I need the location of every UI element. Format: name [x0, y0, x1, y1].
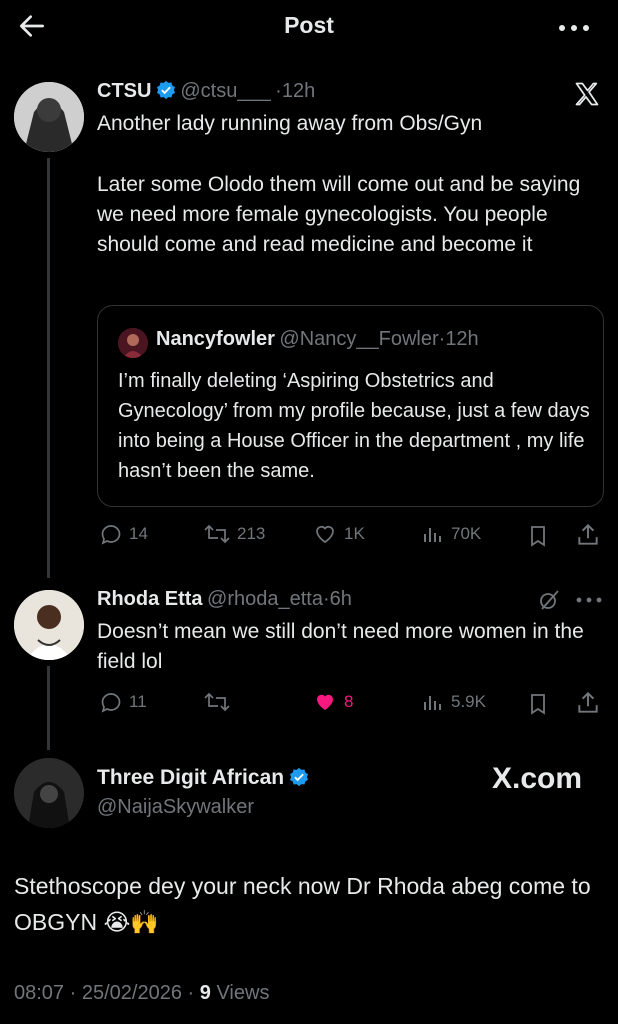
avatar[interactable] — [14, 758, 84, 828]
focused-author-name[interactable]: Three Digit African — [97, 766, 284, 789]
like-count: 8 — [344, 692, 354, 711]
focused-author-handle[interactable]: @NaijaSkywalker — [97, 796, 254, 819]
repost-icon — [204, 692, 230, 712]
views-icon — [424, 528, 441, 542]
reply-header: Rhoda Etta @rhoda_etta·6h — [97, 588, 352, 610]
reply-count: 14 — [129, 524, 148, 543]
page-title: Post — [284, 12, 334, 38]
quote-time: 12h — [445, 328, 479, 350]
x-logo-icon — [575, 82, 599, 106]
thread-line — [47, 158, 50, 578]
share-button[interactable] — [575, 522, 601, 553]
bookmark-button[interactable] — [526, 691, 550, 722]
more-icon — [559, 25, 589, 31]
views-count: 70K — [451, 524, 482, 543]
xcom-watermark: X.com — [492, 762, 583, 795]
post-text-line1: Another lady running away from Obs/Gyn — [97, 112, 483, 135]
reply-time: 6h — [329, 588, 352, 610]
grok-icon — [540, 590, 559, 610]
verified-icon — [156, 80, 175, 100]
post-time: 12h — [281, 80, 316, 102]
reply-more-button[interactable] — [574, 590, 604, 615]
repost-button[interactable] — [203, 690, 237, 714]
post-header: CTSU @ctsu___ ·12h — [97, 80, 316, 102]
more-icon — [576, 597, 602, 603]
author-name[interactable]: CTSU — [97, 80, 151, 102]
avatar — [118, 328, 148, 358]
repost-count: 213 — [237, 524, 266, 543]
quote-header: Nancyfowler @Nancy__Fowler·12h — [156, 328, 479, 350]
bookmark-icon — [531, 694, 545, 715]
views-button[interactable]: 70K — [421, 522, 481, 546]
more-options-button[interactable] — [554, 14, 594, 42]
focused-header: Three Digit African — [97, 766, 309, 790]
post-date: 25/02/2026 — [81, 982, 182, 1004]
thread-line — [47, 666, 50, 750]
repost-icon — [204, 524, 230, 544]
bookmark-button[interactable] — [526, 523, 550, 554]
like-button[interactable]: 1K — [312, 522, 365, 546]
reply-button[interactable]: 14 — [99, 522, 148, 546]
views-icon — [424, 696, 441, 710]
like-count: 1K — [344, 524, 365, 543]
views-button[interactable]: 5.9K — [421, 690, 486, 714]
quoted-post[interactable]: Nancyfowler @Nancy__Fowler·12h I’m final… — [97, 305, 604, 507]
reply-button[interactable]: 11 — [99, 690, 147, 714]
reply-icon — [101, 693, 121, 713]
share-button[interactable] — [575, 690, 601, 721]
reply-count: 11 — [129, 692, 147, 711]
reply-author-handle[interactable]: @rhoda_etta — [207, 588, 323, 610]
post-timestamp: 08:07 · 25/02/2026 · 9 Views — [14, 982, 270, 1004]
reply-icon — [101, 525, 121, 545]
views-label: Views — [216, 982, 270, 1004]
verified-icon — [289, 767, 308, 787]
reply-author-name[interactable]: Rhoda Etta — [97, 588, 203, 610]
share-icon — [578, 691, 598, 713]
quote-author-handle: @Nancy__Fowler — [279, 328, 439, 350]
views-total: 9 — [199, 982, 211, 1004]
like-icon — [317, 694, 333, 710]
views-count: 5.9K — [451, 692, 486, 711]
avatar[interactable] — [14, 82, 84, 152]
quote-text: I’m finally deleting ‘Aspiring Obstetric… — [118, 370, 590, 482]
quote-author-name: Nancyfowler — [156, 328, 275, 350]
share-icon — [578, 523, 598, 545]
bookmark-icon — [531, 526, 545, 547]
grok-button[interactable] — [536, 588, 562, 617]
author-handle[interactable]: @ctsu___ — [180, 80, 270, 102]
like-button[interactable]: 8 — [312, 690, 353, 714]
avatar[interactable] — [14, 590, 84, 660]
repost-button[interactable]: 213 — [203, 522, 265, 546]
focused-post-text: Stethoscope dey your neck now Dr Rhoda a… — [14, 873, 591, 935]
post-time: 08:07 — [14, 982, 65, 1004]
like-icon — [316, 526, 334, 544]
post-text-paragraph: Later some Olodo them will come out and … — [97, 173, 581, 256]
reply-text: Doesn’t mean we still don’t need more wo… — [97, 620, 584, 673]
